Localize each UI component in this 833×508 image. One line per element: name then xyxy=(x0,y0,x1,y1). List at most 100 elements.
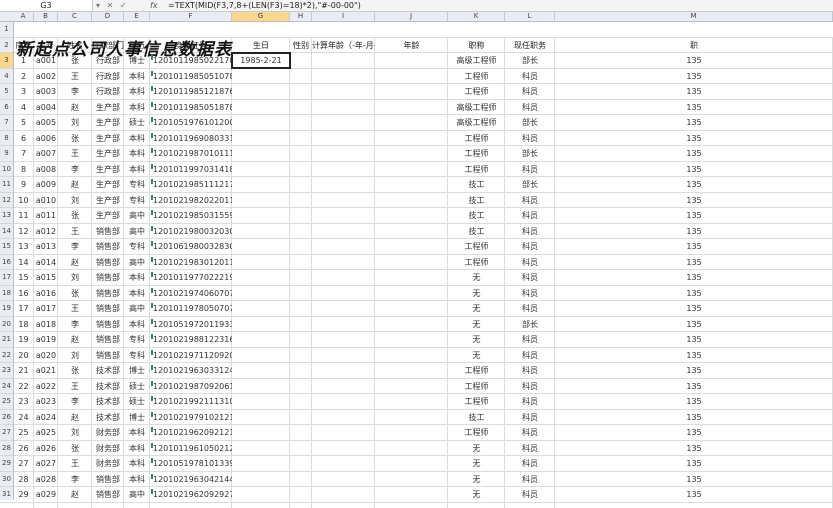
table-cell-tel[interactable]: 135 xyxy=(555,488,833,501)
table-cell-dept[interactable]: 生产部 xyxy=(92,194,124,207)
row-header-14[interactable]: 14 xyxy=(0,224,13,239)
row-header-8[interactable]: 8 xyxy=(0,131,13,146)
table-cell-seq[interactable]: 11 xyxy=(13,209,34,222)
table-cell-seq[interactable]: 19 xyxy=(13,333,34,346)
table-cell-tel[interactable]: 135 xyxy=(555,349,833,362)
table-cell-bday[interactable] xyxy=(232,318,290,331)
table-cell-edu[interactable]: 专科 xyxy=(124,194,150,207)
table-cell-seq[interactable]: 20 xyxy=(13,349,34,362)
table-cell-title[interactable]: 工程师 xyxy=(448,163,505,176)
column-header-k[interactable]: K xyxy=(448,12,505,21)
table-cell-name[interactable]: 李 xyxy=(58,395,92,408)
table-cell-idno[interactable]: 120102196304214417 xyxy=(150,473,232,486)
table-cell-name[interactable]: 刘 xyxy=(58,116,92,129)
table-cell-id[interactable]: a024 xyxy=(34,411,58,424)
table-cell-tel[interactable]: 135 xyxy=(555,147,833,160)
table-cell-id[interactable]: a007 xyxy=(34,147,58,160)
table-cell-post[interactable]: 科员 xyxy=(505,473,555,486)
table-cell-edu[interactable]: 本科 xyxy=(124,473,150,486)
insert-function-icon[interactable]: fx xyxy=(150,0,162,11)
table-cell-post[interactable]: 科员 xyxy=(505,287,555,300)
table-cell-bday[interactable] xyxy=(232,225,290,238)
table-cell-post[interactable]: 科员 xyxy=(505,395,555,408)
table-cell-id[interactable]: a017 xyxy=(34,302,58,315)
table-cell-post[interactable]: 科员 xyxy=(505,380,555,393)
table-cell-dept[interactable]: 生产部 xyxy=(92,209,124,222)
table-cell-name[interactable]: 赵 xyxy=(58,101,92,114)
row-header-3[interactable]: 3 xyxy=(0,53,13,69)
table-cell-post[interactable]: 科员 xyxy=(505,302,555,315)
table-cell-name[interactable]: 李 xyxy=(58,85,92,98)
table-cell-seq[interactable]: 6 xyxy=(13,132,34,145)
table-cell-name[interactable]: 赵 xyxy=(58,333,92,346)
table-cell-tel[interactable]: 135 xyxy=(555,70,833,83)
table-cell-title[interactable]: 无 xyxy=(448,488,505,501)
table-cell-id[interactable]: a027 xyxy=(34,457,58,470)
row-header-2[interactable]: 2 xyxy=(0,38,13,53)
table-cell-post[interactable]: 科员 xyxy=(505,488,555,501)
table-cell-idno[interactable]: 120105197201193318 xyxy=(150,318,232,331)
table-cell-id[interactable]: a002 xyxy=(34,70,58,83)
table-cell-tel[interactable]: 135 xyxy=(555,163,833,176)
table-cell-dept[interactable]: 销售部 xyxy=(92,349,124,362)
row-header-28[interactable]: 28 xyxy=(0,441,13,456)
row-header-18[interactable]: 18 xyxy=(0,286,13,301)
dropdown-icon[interactable]: ▾ xyxy=(96,1,100,10)
table-cell-bday[interactable] xyxy=(232,256,290,269)
table-cell-edu[interactable]: 硕士 xyxy=(124,395,150,408)
table-cell-tel[interactable]: 135 xyxy=(555,209,833,222)
formula-input[interactable]: =TEXT(MID(F3,7,8+(LEN(F3)=18)*2),"#-00-0… xyxy=(168,0,361,11)
table-cell-id[interactable]: a020 xyxy=(34,349,58,362)
table-cell-name[interactable]: 刘 xyxy=(58,426,92,439)
table-cell-bday[interactable] xyxy=(232,426,290,439)
table-cell-idno[interactable]: 120105197810133954 xyxy=(150,457,232,470)
table-cell-idno[interactable]: 120101196105021222 xyxy=(150,442,232,455)
table-cell-post[interactable]: 科员 xyxy=(505,209,555,222)
table-cell-name[interactable]: 李 xyxy=(58,240,92,253)
table-cell-seq[interactable]: 29 xyxy=(13,488,34,501)
column-header-m[interactable]: M xyxy=(555,12,833,21)
table-cell-dept[interactable]: 行政部 xyxy=(92,70,124,83)
column-header-c[interactable]: C xyxy=(58,12,92,21)
table-cell-title[interactable]: 工程师 xyxy=(448,147,505,160)
table-cell-idno[interactable]: 120102198709206132 xyxy=(150,380,232,393)
table-cell-title[interactable]: 技工 xyxy=(448,209,505,222)
table-cell-dept[interactable]: 财务部 xyxy=(92,426,124,439)
table-cell-post[interactable]: 部长 xyxy=(505,54,555,67)
table-cell-seq[interactable]: 22 xyxy=(13,380,34,393)
table-cell-tel[interactable]: 135 xyxy=(555,225,833,238)
row-header-27[interactable]: 27 xyxy=(0,425,13,441)
table-cell-dept[interactable]: 技术部 xyxy=(92,364,124,377)
table-cell-id[interactable]: a026 xyxy=(34,442,58,455)
table-cell-title[interactable]: 无 xyxy=(448,473,505,486)
table-cell-bday[interactable] xyxy=(232,333,290,346)
row-header-12[interactable]: 12 xyxy=(0,193,13,208)
table-cell-tel[interactable]: 135 xyxy=(555,240,833,253)
table-cell-title[interactable]: 技工 xyxy=(448,411,505,424)
table-cell-name[interactable]: 刘 xyxy=(58,194,92,207)
table-cell-seq[interactable]: 16 xyxy=(13,287,34,300)
table-cell-post[interactable]: 科员 xyxy=(505,163,555,176)
table-cell-post[interactable]: 科员 xyxy=(505,411,555,424)
table-cell-edu[interactable]: 本科 xyxy=(124,101,150,114)
table-cell-edu[interactable]: 高中 xyxy=(124,256,150,269)
table-cell-post[interactable]: 科员 xyxy=(505,256,555,269)
table-cell-name[interactable]: 王 xyxy=(58,457,92,470)
table-cell-name[interactable]: 王 xyxy=(58,380,92,393)
table-cell-dept[interactable]: 生产部 xyxy=(92,147,124,160)
header-cell[interactable]: 身份证号 xyxy=(150,39,232,52)
table-cell-tel[interactable]: 135 xyxy=(555,54,833,67)
table-cell-bday[interactable] xyxy=(232,380,290,393)
table-cell-idno[interactable]: 120102198003203026 xyxy=(150,225,232,238)
table-cell-title[interactable]: 无 xyxy=(448,287,505,300)
column-header-h[interactable]: H xyxy=(290,12,312,21)
table-cell-name[interactable]: 王 xyxy=(58,70,92,83)
table-cell-tel[interactable]: 135 xyxy=(555,411,833,424)
table-cell-edu[interactable]: 高中 xyxy=(124,302,150,315)
row-header-6[interactable]: 6 xyxy=(0,100,13,115)
column-header-e[interactable]: E xyxy=(124,12,150,21)
table-cell-post[interactable]: 部长 xyxy=(505,147,555,160)
table-cell-dept[interactable]: 销售部 xyxy=(92,473,124,486)
table-cell-bday[interactable] xyxy=(232,194,290,207)
table-cell-tel[interactable]: 135 xyxy=(555,256,833,269)
